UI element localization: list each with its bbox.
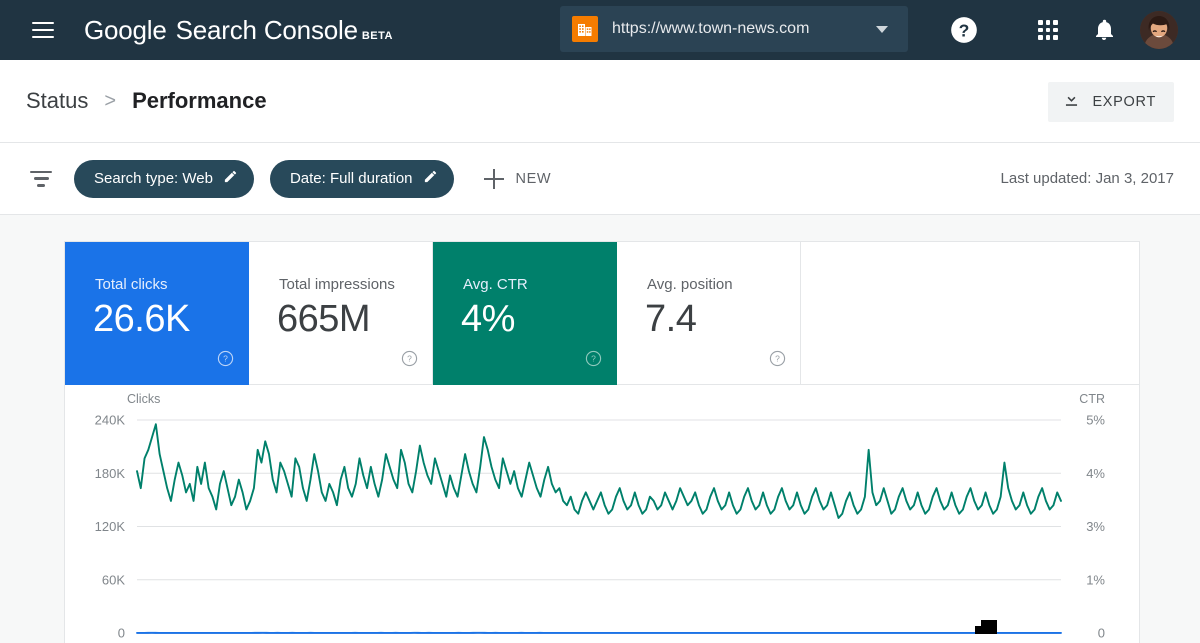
breadcrumb: Status > Performance [26, 88, 267, 114]
chart-right-tick: 4% [1086, 466, 1105, 481]
help-circle-icon[interactable]: ? [401, 350, 418, 372]
svg-text:?: ? [407, 354, 412, 364]
chart-right-tick: 5% [1086, 413, 1105, 428]
chart-left-tick: 60K [102, 572, 125, 587]
metric-card-total-impressions[interactable]: Total impressions 665M ? [249, 242, 433, 385]
metric-card-row-filler [801, 242, 1139, 385]
property-url: https://www.town-news.com [612, 20, 876, 38]
breadcrumb-bar: Status > Performance EXPORT [0, 60, 1200, 143]
filter-chip-date-label: Date: Full duration [290, 170, 413, 187]
download-icon [1062, 90, 1081, 114]
metric-card-avg-position[interactable]: Avg. position 7.4 ? [617, 242, 801, 385]
export-button-label: EXPORT [1092, 94, 1156, 110]
breadcrumb-separator: > [104, 90, 116, 113]
help-circle-icon[interactable]: ? [769, 350, 786, 372]
metric-card-value: 7.4 [645, 298, 696, 341]
apps-grid-icon[interactable] [1024, 0, 1072, 60]
mouse-cursor [975, 620, 1001, 643]
last-updated-text: Last updated: Jan 3, 2017 [1001, 170, 1174, 187]
chart-left-tick: 180K [95, 466, 126, 481]
brand-google: Google [84, 15, 167, 46]
pencil-icon[interactable] [223, 169, 238, 189]
chart-right-tick: 1% [1086, 572, 1105, 587]
help-circle-icon[interactable]: ? [585, 350, 602, 372]
filter-chip-search-type-label: Search type: Web [94, 170, 213, 187]
chart-left-tick: 0 [118, 626, 125, 641]
chart-right-tick: 0 [1098, 626, 1105, 641]
new-filter-label: NEW [516, 171, 552, 187]
app-brand: Google Search Console BETA [84, 15, 393, 46]
property-selector[interactable]: https://www.town-news.com [560, 6, 908, 52]
property-building-icon [572, 16, 598, 42]
hamburger-icon[interactable] [32, 22, 54, 38]
filter-icon[interactable] [30, 171, 52, 187]
chart-right-tick: 3% [1086, 519, 1105, 534]
svg-text:?: ? [959, 20, 970, 40]
metric-card-total-clicks[interactable]: Total clicks 26.6K ? [65, 242, 249, 385]
brand-beta: BETA [362, 30, 393, 42]
metric-card-avg-ctr[interactable]: Avg. CTR 4% ? [433, 242, 617, 385]
chart-left-axis-label: Clicks [127, 392, 160, 406]
bell-icon[interactable] [1080, 0, 1128, 60]
page-title: Performance [132, 88, 267, 114]
metric-card-value: 4% [461, 298, 515, 341]
new-filter-button[interactable]: NEW [484, 169, 552, 189]
app-bar: Google Search Console BETA https://www.t… [0, 0, 1200, 60]
metric-card-title: Total impressions [279, 276, 395, 293]
plus-icon [484, 169, 504, 189]
performance-panel: Total clicks 26.6K ? Total impressions 6… [64, 241, 1140, 643]
pencil-icon[interactable] [423, 169, 438, 189]
filter-chip-date[interactable]: Date: Full duration [270, 160, 454, 198]
chart-series-ctr [137, 424, 1061, 518]
metric-card-value: 665M [277, 298, 370, 341]
chart-right-axis-label: CTR [1079, 392, 1105, 406]
main-content: Total clicks 26.6K ? Total impressions 6… [0, 215, 1200, 636]
svg-text:?: ? [223, 354, 228, 364]
help-circle-icon[interactable]: ? [217, 350, 234, 372]
metric-card-row: Total clicks 26.6K ? Total impressions 6… [65, 242, 1139, 385]
metric-card-title: Avg. position [647, 276, 733, 293]
filter-chip-search-type[interactable]: Search type: Web [74, 160, 254, 198]
chart-left-tick: 120K [95, 519, 126, 534]
metric-card-value: 26.6K [93, 298, 190, 341]
chevron-down-icon[interactable] [876, 26, 888, 33]
breadcrumb-status[interactable]: Status [26, 88, 88, 114]
chart-left-tick: 240K [95, 413, 126, 428]
help-icon[interactable]: ? [940, 0, 988, 60]
brand-product: Search Console [176, 15, 358, 46]
performance-chart-svg[interactable]: Clicks CTR 240K 180K 120K 60K 0 5% 4% 3% 1% 0 [65, 385, 1139, 643]
metric-card-title: Total clicks [95, 276, 168, 293]
performance-chart: Clicks CTR 240K 180K 120K 60K 0 5% 4% 3% 1% 0 [65, 385, 1139, 643]
avatar[interactable] [1140, 11, 1178, 49]
export-button[interactable]: EXPORT [1048, 82, 1174, 122]
filter-bar: Search type: Web Date: Full duration NEW… [0, 143, 1200, 215]
svg-text:?: ? [591, 354, 596, 364]
metric-card-title: Avg. CTR [463, 276, 528, 293]
svg-text:?: ? [775, 354, 780, 364]
